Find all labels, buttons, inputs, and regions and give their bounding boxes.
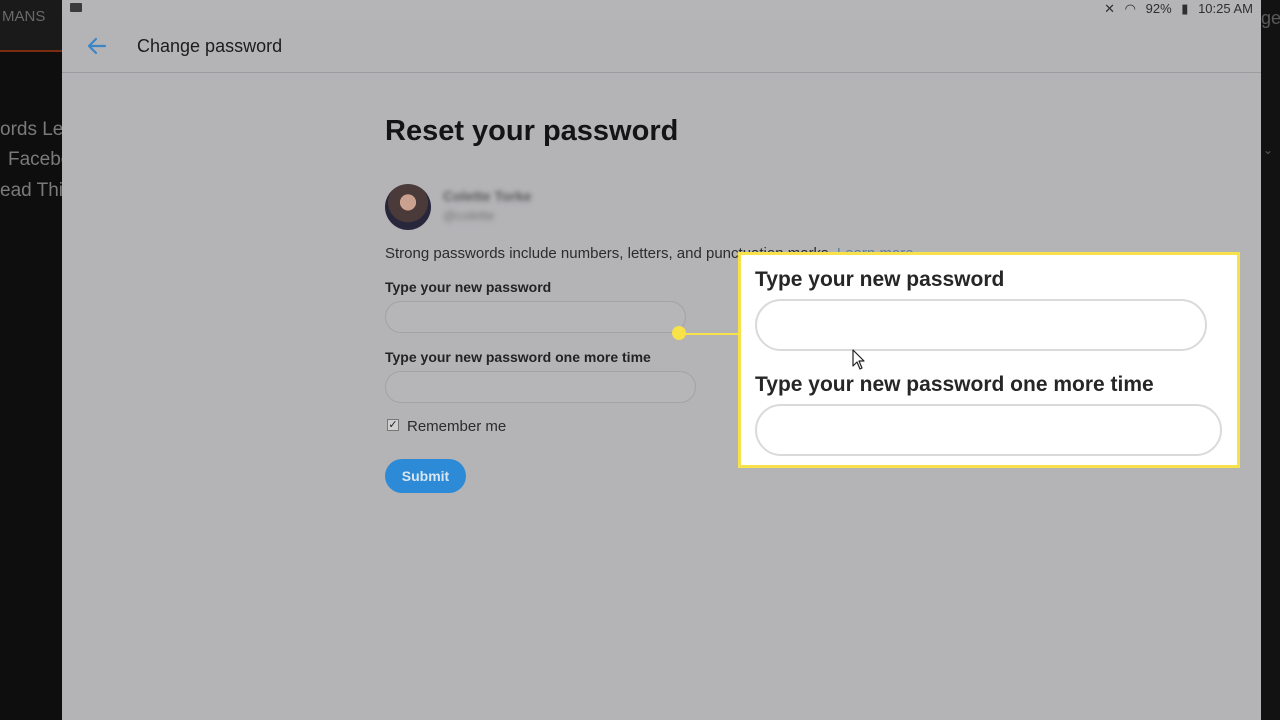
avatar [385, 184, 431, 230]
header-title: Change password [137, 36, 283, 56]
remember-me-label: Remember me [407, 418, 507, 435]
app-header: Change password [62, 18, 1261, 73]
back-arrow-icon[interactable] [86, 35, 108, 57]
callout-confirm-password-field[interactable] [755, 404, 1222, 456]
battery-level: 92% [1145, 1, 1172, 16]
status-bar: ✕ ◠ 92% ▮ 10:25 AM [62, 0, 1261, 18]
new-password-label: Type your new password [385, 279, 552, 295]
background-tab-text: ge [1261, 8, 1280, 28]
user-handle: @colette [443, 208, 495, 223]
clock: 10:25 AM [1198, 1, 1253, 16]
mail-icon [70, 3, 82, 12]
callout-dot [672, 326, 686, 340]
zoom-callout: Type your new password Type your new pas… [738, 252, 1240, 468]
submit-button[interactable]: Submit [385, 459, 466, 493]
remember-me-checkbox[interactable]: ✓ [387, 419, 399, 431]
confirm-password-label: Type your new password one more time [385, 349, 651, 365]
status-right: ✕ ◠ 92% ▮ 10:25 AM [1098, 1, 1253, 17]
background-page-right: ge ⌄ [1261, 0, 1280, 720]
confirm-password-field[interactable] [385, 371, 696, 403]
background-text-line: ead This [0, 180, 62, 201]
mouse-cursor-icon [852, 349, 865, 370]
callout-new-password-label: Type your new password [755, 268, 1005, 291]
user-name: Colette Torke [443, 188, 532, 204]
background-tab-text: MANS [2, 8, 46, 25]
battery-icon: ▮ [1181, 1, 1189, 16]
callout-connector [679, 333, 739, 335]
page-title: Reset your password [385, 115, 679, 147]
mute-icon: ✕ [1104, 1, 1116, 16]
chevron-down-icon: ⌄ [1263, 143, 1274, 157]
background-page-left: MANS ords Le Facebo ead This [0, 0, 62, 720]
background-text-line: ords Le [0, 119, 62, 140]
background-topbar: MANS [0, 0, 62, 52]
background-text-line: Facebo [8, 149, 62, 170]
callout-confirm-password-label: Type your new password one more time [755, 373, 1154, 396]
callout-new-password-field[interactable] [755, 299, 1207, 351]
wifi-icon: ◠ [1124, 1, 1136, 16]
new-password-field[interactable] [385, 301, 686, 333]
